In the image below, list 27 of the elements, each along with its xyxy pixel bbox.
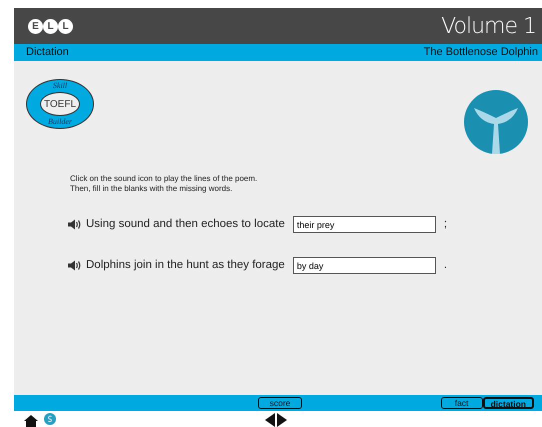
badge-text: Builder	[48, 116, 72, 128]
coin-icon[interactable]	[44, 413, 56, 425]
volume-title: Volume 1	[441, 12, 536, 40]
next-icon[interactable]	[277, 413, 287, 427]
tab-button[interactable]: dictation	[482, 397, 534, 409]
poem-line: Dolphins join in the hunt as they forage	[86, 258, 285, 274]
topic-title: The Bottlenose Dolphin	[424, 45, 538, 60]
answer-field[interactable]: their prey	[292, 216, 436, 234]
poem-line: Using sound and then echoes to locate	[86, 217, 285, 232]
punctuation-mark: .	[444, 258, 448, 274]
logo-letter: L	[58, 18, 73, 34]
home-icon[interactable]	[24, 415, 38, 427]
logo-letter: L	[43, 18, 58, 34]
logo-letter: E	[28, 18, 43, 34]
badge-text: Skill	[52, 80, 68, 92]
speaker-icon[interactable]	[68, 260, 81, 272]
previous-icon[interactable]	[265, 413, 275, 427]
instruction-text: Then, fill in the blanks with the missing words.	[70, 184, 234, 194]
instruction-text: Click on the sound icon to play the lines of the poem.	[70, 174, 258, 184]
tab-button[interactable]: fact	[440, 397, 483, 409]
score-button[interactable]: score	[258, 397, 302, 409]
punctuation-mark: ;	[444, 217, 448, 232]
answer-field[interactable]: by day	[292, 257, 436, 274]
section-title: Dictation	[26, 45, 69, 60]
speaker-icon[interactable]	[68, 219, 81, 230]
badge-label: TOEFL	[40, 92, 80, 116]
whale-tail-icon	[464, 90, 528, 154]
